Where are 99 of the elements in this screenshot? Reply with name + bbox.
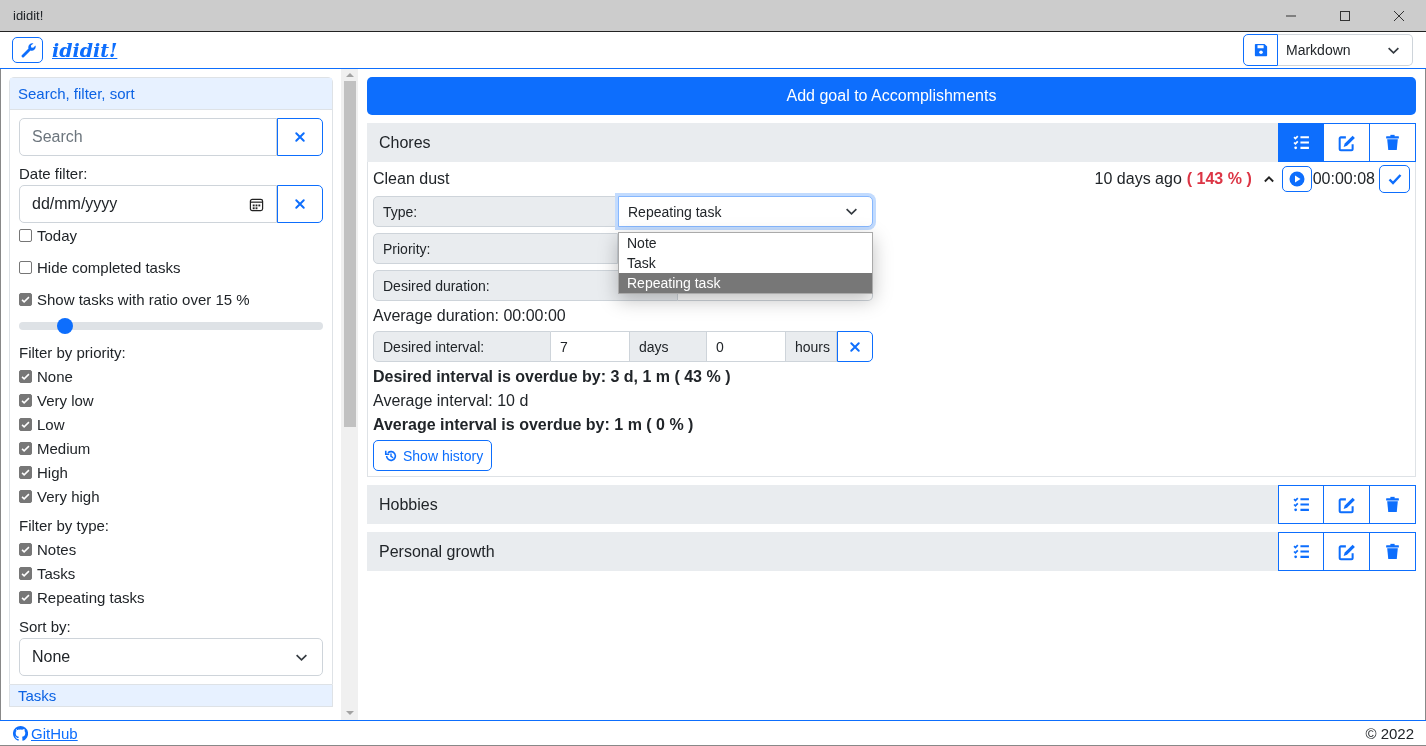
edit-icon xyxy=(1337,495,1356,514)
checklist-icon xyxy=(1292,496,1310,513)
checkbox[interactable] xyxy=(19,369,32,383)
checkbox-label: Tasks xyxy=(37,564,76,582)
window-title: ididit! xyxy=(13,8,45,23)
hours-field[interactable]: 0 xyxy=(707,331,786,362)
clear-button[interactable] xyxy=(837,331,873,362)
start-timer-button[interactable] xyxy=(1281,166,1312,192)
checklist-icon xyxy=(1292,134,1310,151)
check-icon xyxy=(1386,171,1403,187)
checkbox-label: Hide completed tasks xyxy=(37,258,181,276)
panel-header[interactable]: Search, filter, sort xyxy=(10,78,332,110)
trash-icon xyxy=(1384,543,1401,560)
checkbox-label: Medium xyxy=(37,439,91,457)
dropdown-option[interactable]: Note xyxy=(619,233,872,253)
ratio-text: ( 143 % ) xyxy=(1186,170,1252,188)
clear-button[interactable] xyxy=(277,118,323,156)
section-label: Filter by priority: xyxy=(19,344,127,361)
format-select[interactable]: Markdown xyxy=(1278,34,1413,66)
edit-button[interactable] xyxy=(1324,123,1370,162)
checkbox[interactable] xyxy=(19,393,32,407)
checkbox-label: Very low xyxy=(37,391,94,409)
checkbox[interactable] xyxy=(19,465,32,479)
panel-header[interactable]: Tasks xyxy=(9,685,333,707)
checkbox[interactable] xyxy=(19,228,32,242)
checkbox-label: Show tasks with ratio over 15 % xyxy=(37,290,250,308)
scrollbar[interactable] xyxy=(341,69,358,720)
maximize-icon xyxy=(1340,10,1350,21)
close-icon xyxy=(294,198,306,210)
checkbox[interactable] xyxy=(19,566,32,580)
clear-button[interactable] xyxy=(277,185,323,223)
task-name: Clean dust xyxy=(373,170,451,188)
checkbox-label: Repeating tasks xyxy=(37,588,145,606)
collapse-button[interactable] xyxy=(1263,175,1274,183)
edit-button[interactable] xyxy=(1324,532,1370,571)
interval-stat-text: Average interval: 10 d xyxy=(373,392,530,410)
type-select[interactable]: Repeating task xyxy=(618,196,873,227)
sort-select[interactable]: None xyxy=(19,638,323,676)
interval-stat-text: Desired interval is overdue by: 3 d, 1 m ( 43 % ) xyxy=(373,368,732,386)
delete-button[interactable] xyxy=(1370,123,1416,162)
task-list-toggle-button[interactable] xyxy=(1278,485,1324,524)
checkbox-label: High xyxy=(37,463,68,481)
close-icon xyxy=(1394,10,1404,21)
field-label: Date filter: xyxy=(19,165,89,182)
dropdown-option[interactable]: Task xyxy=(619,253,872,273)
copyright-text: © 2022 xyxy=(1365,724,1414,742)
edit-icon xyxy=(1337,133,1356,152)
caret-up-icon xyxy=(1263,175,1274,183)
add-goal-button[interactable]: Add goal to Accomplishments xyxy=(367,77,1416,115)
average-duration-text: Average duration: 00:00:00 xyxy=(373,307,567,325)
checkbox[interactable] xyxy=(19,417,32,431)
checkbox[interactable] xyxy=(19,489,32,503)
task-list-toggle-button[interactable] xyxy=(1278,532,1324,571)
complete-button[interactable] xyxy=(1379,165,1410,193)
field-label: Priority: xyxy=(373,233,618,264)
timer-text: 00:00:08 xyxy=(1312,170,1375,188)
checkbox[interactable] xyxy=(19,590,32,604)
trash-icon xyxy=(1384,134,1401,151)
close-icon xyxy=(849,340,861,353)
search-field[interactable]: Search xyxy=(19,118,277,156)
checkbox-label: Very high xyxy=(37,487,100,505)
days-field[interactable]: 7 xyxy=(551,331,630,362)
github-icon xyxy=(13,725,28,741)
field-label: Sort by: xyxy=(19,618,72,635)
dropdown-option[interactable]: Repeating task xyxy=(619,273,872,293)
slider-thumb[interactable] xyxy=(56,318,73,334)
task-list-toggle-button[interactable] xyxy=(1278,123,1324,162)
unit-label: days xyxy=(630,331,707,362)
save-button[interactable] xyxy=(1243,34,1278,66)
app-logo-link[interactable]: ididit! xyxy=(52,39,118,61)
checkbox[interactable] xyxy=(19,292,32,306)
show-history-button[interactable]: Show history xyxy=(373,440,493,471)
checkbox-label: Today xyxy=(37,226,78,244)
date-field[interactable]: dd/mm/yyyy xyxy=(19,185,277,223)
edit-button[interactable] xyxy=(1324,485,1370,524)
github-link[interactable]: GitHub xyxy=(13,724,78,742)
checkbox[interactable] xyxy=(19,260,32,274)
checklist-icon xyxy=(1292,543,1310,560)
settings-button[interactable] xyxy=(12,37,43,63)
field-label: Desired interval: xyxy=(373,331,551,362)
checkbox[interactable] xyxy=(19,441,32,455)
interval-stat-text: Average interval is overdue by: 1 m ( 0 % ) xyxy=(373,416,695,434)
history-icon xyxy=(384,448,398,463)
last-done-text: 10 days ago xyxy=(1094,170,1182,188)
trash-icon xyxy=(1384,496,1401,513)
edit-icon xyxy=(1337,542,1356,561)
checkbox-label: Low xyxy=(37,415,65,433)
calendar-icon xyxy=(249,196,264,212)
section-label: Filter by type: xyxy=(19,517,111,534)
checkbox[interactable] xyxy=(19,542,32,556)
checkbox-label: Notes xyxy=(37,540,77,558)
play-circle-icon xyxy=(1288,171,1305,187)
wrench-icon xyxy=(19,42,36,58)
delete-button[interactable] xyxy=(1370,532,1416,571)
delete-button[interactable] xyxy=(1370,485,1416,524)
field-label: Type: xyxy=(373,196,618,227)
close-icon xyxy=(294,131,306,143)
checkbox-label: None xyxy=(37,367,73,385)
unit-label: hours xyxy=(786,331,837,362)
